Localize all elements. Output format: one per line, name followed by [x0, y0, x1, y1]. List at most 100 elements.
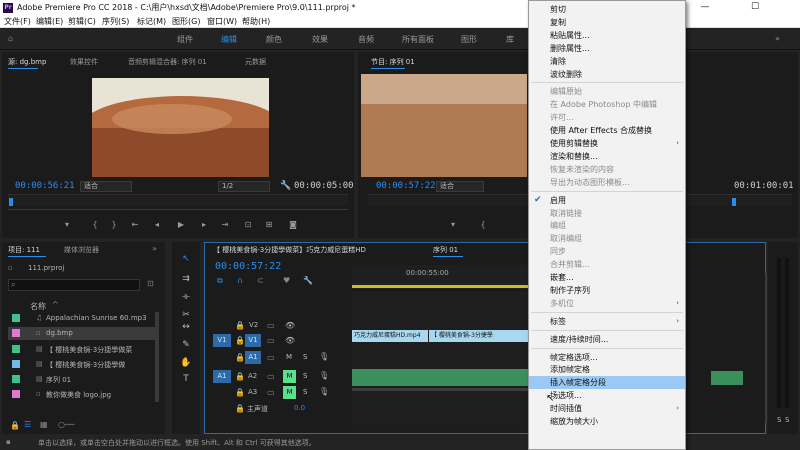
context-menu-item[interactable]: 嵌套... [529, 271, 685, 284]
lock-icon[interactable]: 🔒 [235, 353, 245, 362]
eye-icon[interactable]: 👁 [285, 321, 295, 330]
workspace-assembly[interactable]: 组件 [177, 34, 193, 45]
toggle-output-icon[interactable]: ▭ [267, 388, 275, 397]
overwrite-icon[interactable]: ⊞ [264, 220, 274, 229]
source-scrollbar[interactable] [8, 209, 348, 210]
workspace-audio[interactable]: 音频 [358, 34, 374, 45]
project-item[interactable]: ♫ Appalachian Sunrise 60.mp3 [8, 312, 156, 325]
hand-tool-icon[interactable]: ✋ [180, 357, 192, 369]
context-menu-item[interactable]: 渲染和替换... [529, 150, 685, 163]
solo-button[interactable]: S [303, 372, 307, 380]
solo-left-button[interactable]: S [777, 416, 781, 424]
play-icon[interactable]: ▶ [176, 220, 186, 229]
mute-button[interactable]: M [286, 353, 292, 361]
tab-project[interactable]: 项目: 111 [8, 245, 40, 255]
list-view-icon[interactable]: ☰ [24, 420, 31, 429]
toggle-output-icon[interactable]: ▭ [267, 336, 275, 345]
workspace-effects[interactable]: 效果 [312, 34, 328, 45]
snap-icon[interactable]: ∩ [237, 276, 243, 285]
go-to-out-icon[interactable]: ⇥ [220, 220, 230, 229]
project-item[interactable]: ▤ 【 樱桃美食锅-3分捷學做菜 [8, 343, 156, 356]
microphone-icon[interactable]: 🎙 [319, 352, 329, 361]
source-playhead[interactable] [9, 198, 13, 206]
context-menu-item[interactable]: 复制 [529, 16, 685, 29]
column-header-name[interactable]: 名称 [30, 301, 46, 312]
program-add-marker-icon[interactable]: ▾ [448, 220, 458, 229]
lock-icon[interactable]: 🔒 [235, 321, 245, 330]
timeline-track-area[interactable]: 巧克力威尼蛋糕HD.mp4 【 樱桃美食锅-3分捷學 [352, 291, 529, 431]
export-frame-icon[interactable]: ◙ [288, 220, 298, 229]
microphone-icon[interactable]: 🎙 [319, 371, 329, 380]
new-bin-icon[interactable]: ⊡ [147, 279, 154, 288]
context-menu-item[interactable]: 剪切 [529, 3, 685, 16]
minimize-button[interactable]: — [690, 0, 720, 15]
lock-icon[interactable]: 🔒 [235, 336, 245, 345]
mark-in-icon[interactable]: { [90, 220, 100, 229]
context-menu-item[interactable]: 时间插值 › [529, 402, 685, 415]
video-clip[interactable]: 巧克力威尼蛋糕HD.mp4 [352, 330, 428, 342]
step-forward-icon[interactable]: ▸ [199, 220, 209, 229]
source-patch-a1[interactable]: A1 [213, 370, 231, 383]
workspace-all-panels[interactable]: 所有面板 [402, 34, 434, 45]
project-item[interactable]: ▤ 序列 01 [8, 373, 156, 386]
source-fit-dropdown[interactable]: 适合 [80, 181, 132, 192]
timeline-scrollbar[interactable] [765, 273, 767, 423]
project-item[interactable]: ▫ 教你做美食 logo.jpg [8, 388, 156, 401]
workspace-color[interactable]: 颜色 [266, 34, 282, 45]
marker-icon[interactable]: ♥ [283, 276, 290, 285]
lock-icon[interactable]: 🔒 [235, 372, 245, 381]
project-search-input[interactable]: ⌕ [8, 279, 140, 291]
add-marker-icon[interactable]: ▾ [62, 220, 72, 229]
mark-out-icon[interactable]: } [109, 220, 119, 229]
context-menu-item[interactable]: 帧定格选项... [529, 351, 685, 364]
menu-window[interactable]: 窗口(W) [207, 16, 237, 27]
context-menu-item[interactable]: 插入帧定格分段 [529, 376, 685, 390]
tab-source[interactable]: 源: dg.bmp [8, 57, 46, 67]
program-fit-dropdown[interactable]: 适合 [436, 181, 484, 192]
menu-marker[interactable]: 标记(M) [137, 16, 166, 27]
maximize-button[interactable]: ☐ [740, 0, 770, 15]
eye-icon[interactable]: 👁 [285, 336, 295, 345]
context-menu-item[interactable]: 使用 After Effects 合成替换 [529, 124, 685, 137]
track-select-tool-icon[interactable]: ⇉ [180, 273, 192, 285]
work-area-bar[interactable] [352, 285, 529, 288]
go-to-in-icon[interactable]: ⇤ [130, 220, 140, 229]
video-clip[interactable]: 【 樱桃美食锅-3分捷學 [429, 330, 529, 342]
nest-toggle-icon[interactable]: ⧉ [217, 276, 223, 286]
panel-more-icon[interactable]: » [152, 244, 157, 253]
tab-media-browser[interactable]: 媒体浏览器 [64, 245, 99, 255]
menu-help[interactable]: 帮助(H) [242, 16, 270, 27]
razor-tool-icon[interactable]: ✂ [180, 309, 192, 321]
tab-source-sequence[interactable]: 【 樱桃美食锅-3分捷學做菜】巧克力威尼蛋糕HD [213, 245, 366, 255]
tab-audio-clip-mixer[interactable]: 音频剪辑混合器: 序列 01 [128, 57, 207, 67]
menu-clip[interactable]: 剪辑(C) [68, 16, 96, 27]
source-time-ruler[interactable] [8, 194, 348, 206]
lock-icon[interactable]: 🔒 [235, 404, 245, 413]
lock-icon[interactable]: 🔒 [10, 421, 20, 430]
source-timecode[interactable]: 00:00:56:21 [15, 181, 75, 191]
toggle-output-icon[interactable]: ▭ [267, 353, 275, 362]
lock-icon[interactable]: 🔒 [235, 388, 245, 397]
workspace-more-button[interactable]: » [775, 34, 780, 43]
solo-button[interactable]: S [303, 388, 307, 396]
context-menu-item[interactable]: 标签 › [529, 315, 685, 328]
selection-tool-icon[interactable]: ↖ [180, 253, 192, 265]
context-menu-item[interactable]: 波纹删除 [529, 68, 685, 81]
context-menu-item[interactable]: 启用 ✔ [529, 194, 685, 207]
context-menu-item[interactable]: 清除 [529, 55, 685, 68]
mute-button-active[interactable]: M [283, 386, 296, 399]
menu-edit[interactable]: 编辑(E) [36, 16, 63, 27]
context-menu-item[interactable]: 制作子序列 [529, 284, 685, 297]
pen-tool-icon[interactable]: ✎ [180, 339, 192, 351]
menu-graphics[interactable]: 图形(G) [172, 16, 200, 27]
zoom-slider[interactable]: ○── [58, 420, 75, 429]
timeline-timecode[interactable]: 00:00:57:22 [215, 261, 281, 272]
program-playhead[interactable] [732, 198, 736, 206]
home-icon[interactable]: ⌂ [8, 34, 13, 43]
toggle-output-icon[interactable]: ▭ [267, 372, 275, 381]
workspace-graphics[interactable]: 图形 [461, 34, 477, 45]
tab-metadata[interactable]: 元数据 [245, 57, 266, 67]
track-target-v1[interactable]: V1 [245, 334, 261, 347]
wrench-icon[interactable]: 🔧 [280, 181, 291, 191]
toggle-output-icon[interactable]: ▭ [267, 321, 275, 330]
